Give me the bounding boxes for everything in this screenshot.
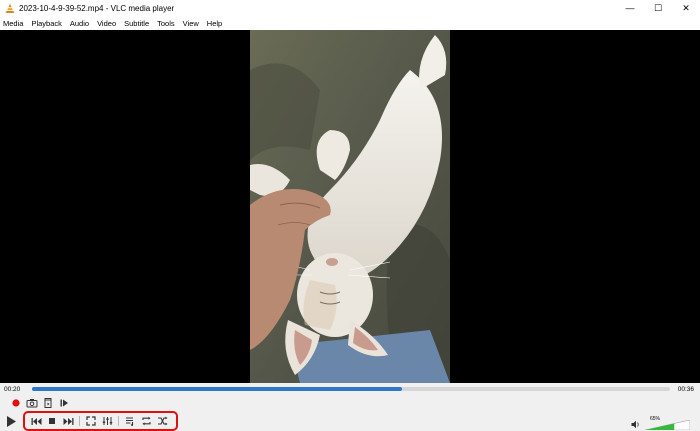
seek-bar-fill	[32, 387, 403, 391]
frame-step-button[interactable]	[58, 397, 70, 409]
minimize-button[interactable]: —	[616, 0, 644, 16]
extended-settings-button[interactable]	[101, 415, 113, 427]
snapshot-button[interactable]	[26, 397, 38, 409]
loop-icon	[141, 416, 151, 426]
record-button[interactable]	[10, 397, 22, 409]
next-button[interactable]	[62, 415, 74, 427]
menu-help[interactable]: Help	[203, 19, 226, 28]
extended-settings-icon	[102, 417, 112, 425]
video-display[interactable]	[0, 30, 700, 383]
title-bar: 2023-10-4-9-39-52.mp4 - VLC media player…	[0, 0, 700, 16]
playlist-icon	[125, 417, 133, 426]
video-frame-image	[250, 30, 450, 383]
stop-button[interactable]	[46, 415, 58, 427]
menu-audio[interactable]: Audio	[66, 19, 93, 28]
vlc-window: 2023-10-4-9-39-52.mp4 - VLC media player…	[0, 0, 700, 431]
loop-button[interactable]	[140, 415, 152, 427]
loop-ab-button[interactable]	[42, 397, 54, 409]
separator	[118, 416, 119, 426]
separator	[79, 416, 80, 426]
fullscreen-icon	[86, 416, 96, 426]
menu-playback[interactable]: Playback	[27, 19, 65, 28]
close-button[interactable]: ✕	[672, 0, 700, 16]
total-duration[interactable]: 00:36	[678, 386, 694, 393]
video-frame	[250, 30, 450, 383]
menu-media[interactable]: Media	[0, 19, 27, 28]
elapsed-time[interactable]: 00:20	[4, 386, 20, 393]
speaker-icon[interactable]	[631, 420, 641, 429]
window-title: 2023-10-4-9-39-52.mp4 - VLC media player	[19, 3, 175, 13]
maximize-button[interactable]: ☐	[644, 0, 672, 16]
shuffle-icon	[157, 416, 167, 426]
seek-bar[interactable]	[32, 387, 670, 391]
stop-icon	[49, 418, 55, 424]
playlist-button[interactable]	[124, 415, 136, 427]
menu-bar: Media Playback Audio Video Subtitle Tool…	[0, 16, 700, 30]
previous-button[interactable]	[30, 415, 42, 427]
menu-tools[interactable]: Tools	[153, 19, 179, 28]
play-button[interactable]	[3, 414, 18, 429]
frame-step-icon	[60, 399, 68, 407]
snapshot-icon	[26, 399, 38, 408]
menu-view[interactable]: View	[179, 19, 203, 28]
play-icon	[6, 416, 16, 427]
main-controls: 65%	[0, 411, 700, 431]
previous-icon	[31, 417, 41, 425]
menu-video[interactable]: Video	[93, 19, 120, 28]
fullscreen-button[interactable]	[85, 415, 97, 427]
loop-ab-icon	[44, 398, 52, 408]
vlc-cone-icon	[5, 3, 15, 13]
next-icon	[63, 417, 73, 425]
shuffle-button[interactable]	[156, 415, 168, 427]
volume-slider[interactable]	[645, 420, 690, 430]
advanced-controls	[0, 396, 70, 410]
seek-row: 00:20 00:36	[0, 383, 700, 396]
menu-subtitle[interactable]: Subtitle	[120, 19, 153, 28]
window-controls: — ☐ ✕	[616, 0, 700, 16]
record-icon	[12, 399, 20, 407]
